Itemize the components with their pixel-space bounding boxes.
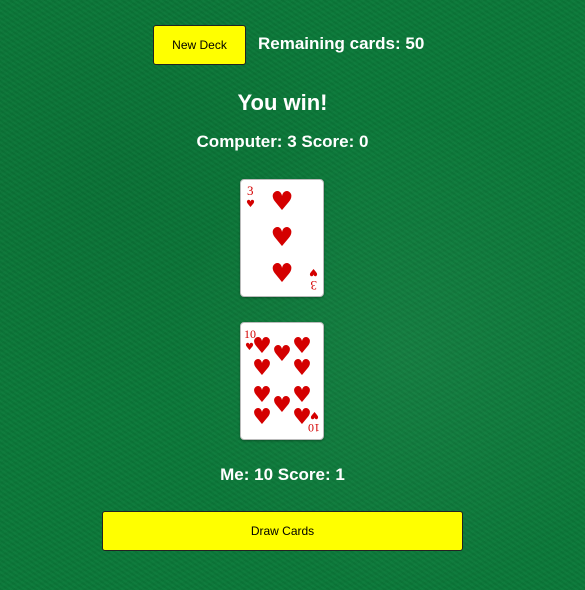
remaining-cards-counter: Remaining cards: 50 <box>258 34 425 53</box>
player-card: 10 ♥ ♥ ♥ ♥ ♥ ♥ ♥ ♥ ♥ ♥ ♥ 10 ♥ <box>240 322 324 440</box>
heart-pip: ♥ <box>270 223 293 253</box>
round-result: You win! <box>237 90 328 115</box>
computer-card: 3 ♥ ♥ ♥ ♥ 3 ♥ <box>240 179 324 297</box>
computer-card-score: Computer: 3 Score: 0 <box>196 132 369 151</box>
heart-pip: ♥ <box>272 393 292 418</box>
card-rank-top: 3 <box>247 183 254 198</box>
heart-pip: ♥ <box>252 405 272 430</box>
heart-pip: ♥ <box>272 342 292 367</box>
top-bar: New Deck Remaining cards: 50 <box>0 25 585 65</box>
player-card-score: Me: 10 Score: 1 <box>220 465 345 484</box>
card-suit-bottom: ♥ <box>309 266 318 277</box>
heart-pip: ♥ <box>252 356 272 381</box>
card-suit-bottom: ♥ <box>310 409 319 420</box>
new-deck-button[interactable]: New Deck <box>153 25 246 65</box>
heart-pip: ♥ <box>292 356 312 381</box>
card-rank-bottom: 3 <box>311 278 318 293</box>
heart-pip: ♥ <box>270 259 293 289</box>
draw-cards-button[interactable]: Draw Cards <box>102 511 463 551</box>
heart-pip: ♥ <box>270 187 293 217</box>
card-rank-bottom: 10 <box>308 421 320 435</box>
card-suit-top: ♥ <box>246 199 255 210</box>
